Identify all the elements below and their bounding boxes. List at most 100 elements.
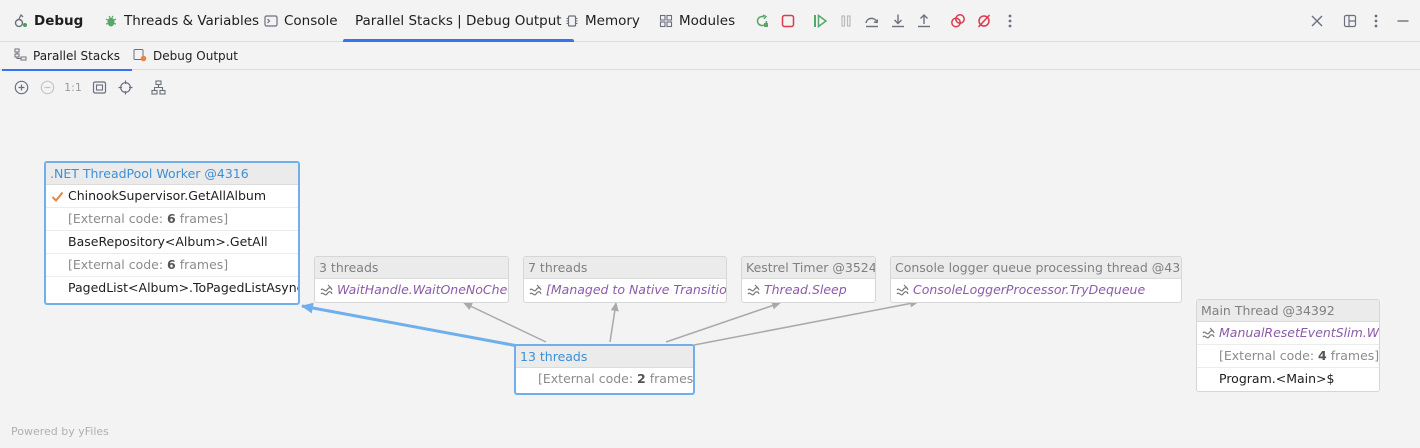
stack-frame-wait[interactable]: ManualResetEventSlim.Wait bbox=[1197, 322, 1379, 345]
stack-frame-wait[interactable]: Thread.Sleep bbox=[742, 279, 875, 302]
modules-icon bbox=[659, 14, 673, 28]
frame-text: PagedList<Album>.ToPagedListAsync bbox=[68, 280, 298, 295]
node-header: .NET ThreadPool Worker @4316 bbox=[46, 163, 298, 185]
subtab-label: Debug Output bbox=[153, 49, 238, 63]
ext-prefix: [External code: bbox=[1219, 348, 1319, 363]
tab-threads-variables[interactable]: Threads & Variables bbox=[104, 0, 259, 42]
node-header: 13 threads bbox=[516, 346, 693, 368]
fit-content-icon[interactable] bbox=[91, 79, 107, 95]
wait-icon bbox=[1201, 326, 1215, 340]
stack-frame-wait[interactable]: [Managed to Native Transition] bbox=[524, 279, 726, 302]
stack-node-console-logger[interactable]: Console logger queue processing thread @… bbox=[890, 256, 1182, 303]
stack-frame[interactable]: BaseRepository<Album>.GetAll bbox=[46, 231, 298, 254]
stack-frame[interactable]: PagedList<Album>.ToPagedListAsync bbox=[46, 277, 298, 300]
console-icon bbox=[264, 14, 278, 28]
tab-debug[interactable]: Debug bbox=[14, 0, 83, 42]
ext-count: 6 bbox=[167, 257, 176, 272]
ext-suffix: frames] bbox=[175, 257, 229, 272]
more-icon[interactable] bbox=[1367, 12, 1385, 30]
frame-text: WaitHandle.WaitOneNoCheck bbox=[337, 282, 508, 297]
ext-count: 2 bbox=[637, 371, 646, 386]
step-into-icon[interactable] bbox=[889, 12, 907, 30]
parallel-stacks-diagram[interactable]: .NET ThreadPool Worker @4316 ChinookSupe… bbox=[0, 104, 1420, 448]
tab-memory[interactable]: Memory bbox=[565, 0, 640, 42]
frame-text: ConsoleLoggerProcessor.TryDequeue bbox=[913, 282, 1146, 297]
wait-icon bbox=[895, 283, 909, 297]
node-header: 3 threads bbox=[315, 257, 508, 279]
frame-text: [Managed to Native Transition] bbox=[546, 282, 726, 297]
ext-suffix: frames] bbox=[1326, 348, 1379, 363]
stack-node-7-threads[interactable]: 7 threads [Managed to Native Transition] bbox=[523, 256, 727, 303]
tab-label: Memory bbox=[585, 13, 640, 29]
stack-frame-current[interactable]: ChinookSupervisor.GetAllAlbum bbox=[46, 185, 298, 208]
mute-breakpoints-icon[interactable] bbox=[975, 12, 993, 30]
edge-to-console bbox=[693, 299, 919, 346]
node-header: 7 threads bbox=[524, 257, 726, 279]
tab-console[interactable]: Console bbox=[264, 0, 338, 42]
stack-frame[interactable]: Program.<Main>$ bbox=[1197, 368, 1379, 391]
tab-modules[interactable]: Modules bbox=[659, 0, 735, 42]
frame-text: Program.<Main>$ bbox=[1219, 371, 1335, 386]
stack-node-13-threads[interactable]: 13 threads [External code: 2 frames] bbox=[514, 344, 695, 395]
powered-by-label: Powered by yFiles bbox=[11, 425, 109, 438]
node-header: Main Thread @34392 bbox=[1197, 300, 1379, 322]
tab-parallel-stacks-debug-output[interactable]: Parallel Stacks | Debug Output bbox=[343, 0, 574, 42]
tab-label: Parallel Stacks | Debug Output bbox=[355, 13, 562, 29]
stack-node-3-threads[interactable]: 3 threads WaitHandle.WaitOneNoCheck bbox=[314, 256, 509, 303]
sub-tab-bar: Parallel Stacks Debug Output bbox=[0, 42, 1420, 71]
memory-icon bbox=[565, 14, 579, 28]
debug-output-icon bbox=[133, 48, 147, 65]
stack-frame-external[interactable]: [External code: 2 frames] bbox=[516, 368, 693, 391]
subtab-label: Parallel Stacks bbox=[33, 49, 121, 63]
layout-icon[interactable] bbox=[1341, 12, 1359, 30]
actual-size-button[interactable]: 1:1 bbox=[64, 79, 82, 95]
stack-node-kestrel-timer[interactable]: Kestrel Timer @35244 Thread.Sleep bbox=[741, 256, 876, 303]
stack-node-worker[interactable]: .NET ThreadPool Worker @4316 ChinookSupe… bbox=[44, 161, 300, 305]
hierarchy-icon[interactable] bbox=[150, 79, 166, 95]
debug-icon bbox=[14, 14, 28, 28]
edge-to-worker bbox=[301, 302, 519, 348]
step-over-icon[interactable] bbox=[863, 12, 881, 30]
stack-frame-wait[interactable]: ConsoleLoggerProcessor.TryDequeue bbox=[891, 279, 1181, 302]
parallel-stacks-icon bbox=[14, 48, 27, 64]
tab-label: Modules bbox=[679, 13, 736, 29]
stop-icon[interactable] bbox=[779, 12, 797, 30]
wait-icon bbox=[528, 283, 542, 297]
zoom-out-icon[interactable] bbox=[39, 79, 55, 95]
view-breakpoints-icon[interactable] bbox=[949, 12, 967, 30]
edge-to-kestrel bbox=[665, 301, 781, 343]
frame-text: ManualResetEventSlim.Wait bbox=[1219, 325, 1379, 340]
more-icon[interactable] bbox=[1001, 12, 1019, 30]
frame-text: BaseRepository<Album>.GetAll bbox=[68, 234, 268, 249]
stack-frame-external[interactable]: [External code: 4 frames] bbox=[1197, 345, 1379, 368]
stack-node-main-thread[interactable]: Main Thread @34392 ManualResetEventSlim.… bbox=[1196, 299, 1380, 392]
tab-label: Threads & Variables bbox=[124, 13, 260, 29]
stack-frame-wait[interactable]: WaitHandle.WaitOneNoCheck bbox=[315, 279, 508, 302]
subtab-debug-output[interactable]: Debug Output bbox=[133, 42, 238, 70]
tab-label: Debug bbox=[34, 13, 84, 29]
wait-icon bbox=[746, 283, 760, 297]
node-header: Kestrel Timer @35244 bbox=[742, 257, 875, 279]
tool-window-header: Debug Threads & Variables Console Parall… bbox=[0, 0, 1420, 42]
wait-icon bbox=[319, 283, 333, 297]
check-icon bbox=[50, 189, 64, 203]
close-icon[interactable] bbox=[1308, 12, 1326, 30]
threads-icon bbox=[104, 14, 118, 28]
ext-suffix: frames] bbox=[645, 371, 693, 386]
edge-to-three bbox=[463, 302, 547, 343]
minimize-icon[interactable] bbox=[1394, 12, 1412, 30]
node-header: Console logger queue processing thread @… bbox=[891, 257, 1181, 279]
zoom-in-icon[interactable] bbox=[13, 79, 29, 95]
center-icon[interactable] bbox=[117, 79, 133, 95]
frame-text: Thread.Sleep bbox=[764, 282, 847, 297]
step-out-icon[interactable] bbox=[915, 12, 933, 30]
resume-icon[interactable] bbox=[811, 12, 829, 30]
pause-icon[interactable] bbox=[837, 12, 855, 30]
stack-frame-external[interactable]: [External code: 6 frames] bbox=[46, 254, 298, 277]
ext-prefix: [External code: bbox=[68, 257, 168, 272]
subtab-parallel-stacks[interactable]: Parallel Stacks bbox=[1, 42, 133, 71]
ext-prefix: [External code: bbox=[538, 371, 638, 386]
stack-frame-external[interactable]: [External code: 6 frames] bbox=[46, 208, 298, 231]
frame-text: ChinookSupervisor.GetAllAlbum bbox=[68, 188, 267, 203]
rerun-icon[interactable] bbox=[753, 12, 771, 30]
